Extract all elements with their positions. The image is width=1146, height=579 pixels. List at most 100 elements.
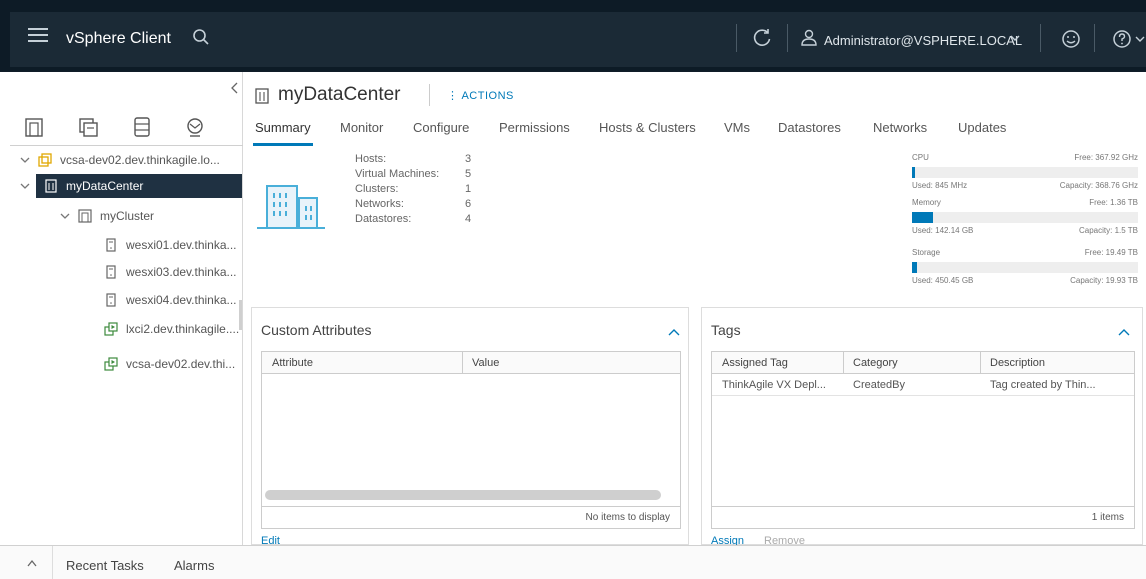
- navigator-scrollbar[interactable]: [239, 300, 242, 330]
- tree-item-label: wesxi04.dev.thinka...: [126, 293, 237, 307]
- storage-meter: Storage Free: 19.49 TB Used: 450.45 GB Cap…: [912, 248, 1138, 285]
- tree-item-label: wesxi03.dev.thinka...: [126, 265, 237, 279]
- tree-item-label: myDataCenter: [66, 179, 144, 193]
- hamburger-icon[interactable]: [28, 28, 48, 42]
- tab-datastores[interactable]: Datastores: [778, 120, 841, 144]
- grid-header: Assigned Tag Category Description: [712, 352, 1134, 374]
- header-divider: [736, 24, 737, 52]
- chevron-down-icon[interactable]: [20, 182, 30, 190]
- page-title: myDataCenter: [278, 84, 401, 105]
- memory-meter: Memory Free: 1.36 TB Used: 142.14 GB Capac…: [912, 198, 1138, 235]
- column-header-category[interactable]: Category: [853, 357, 898, 369]
- panel-title: Custom Attributes: [261, 322, 372, 338]
- datacenter-icon: [255, 88, 269, 104]
- panel-title: Tags: [711, 322, 741, 338]
- recent-tasks-tab[interactable]: Recent Tasks: [66, 558, 144, 573]
- tree-item-vcenter[interactable]: vcsa-dev02.dev.thinkagile.lo...: [10, 148, 243, 172]
- host-icon: [106, 238, 116, 252]
- usage-fill: [912, 167, 915, 178]
- stat-vms: Virtual Machines: 5: [355, 168, 472, 180]
- custom-attributes-panel: Custom Attributes Attribute Value No ite…: [251, 307, 689, 547]
- tags-grid: Assigned Tag Category Description ThinkA…: [711, 351, 1135, 529]
- usage-fill: [912, 212, 934, 223]
- datacenter-icon: [45, 179, 57, 193]
- tab-networks[interactable]: Networks: [873, 120, 927, 144]
- storage-tab-icon[interactable]: [130, 115, 154, 139]
- tree-item-label: myCluster: [100, 209, 155, 223]
- tab-monitor[interactable]: Monitor: [340, 120, 383, 144]
- search-icon[interactable]: [192, 28, 210, 46]
- column-divider[interactable]: [462, 352, 463, 374]
- main-content: myDataCenter ⋮ ACTIONS Summary Monitor C…: [243, 72, 1146, 547]
- column-header-assigned-tag[interactable]: Assigned Tag: [722, 357, 788, 369]
- vms-templates-tab-icon[interactable]: [76, 115, 100, 139]
- stat-hosts: Hosts: 3: [355, 153, 472, 165]
- navigator-tabs: [10, 110, 243, 146]
- cpu-usage-bar: [912, 167, 1138, 178]
- chevron-up-icon[interactable]: [668, 328, 680, 336]
- chevron-down-icon[interactable]: [20, 156, 30, 164]
- bottom-divider: [52, 546, 53, 579]
- actions-menu[interactable]: ⋮ ACTIONS: [447, 89, 514, 102]
- cpu-meter: CPU Free: 367.92 GHz Used: 845 MHz Capacit…: [912, 153, 1138, 190]
- horizontal-scrollbar[interactable]: [265, 490, 661, 500]
- storage-usage-bar: [912, 262, 1138, 273]
- summary-stats: Hosts: 3 Virtual Machines: 5 Clusters: 1 Ne…: [355, 153, 471, 228]
- tree-item-label: vcsa-dev02.dev.thi...: [126, 357, 236, 371]
- stat-clusters: Clusters: 1: [355, 183, 472, 195]
- bottom-panel: Recent Tasks Alarms: [0, 545, 1146, 579]
- usage-fill: [912, 262, 917, 273]
- stat-networks: Networks: 6: [355, 198, 472, 210]
- memory-usage-bar: [912, 212, 1138, 223]
- vm-icon: [104, 322, 118, 336]
- vcenter-icon: [38, 153, 52, 167]
- help-icon[interactable]: [1112, 29, 1146, 49]
- object-tabs: Summary Monitor Configure Permissions Ho…: [243, 116, 1146, 146]
- column-divider[interactable]: [980, 352, 981, 374]
- header-divider: [787, 24, 788, 52]
- tab-permissions[interactable]: Permissions: [499, 120, 570, 144]
- tab-updates[interactable]: Updates: [958, 120, 1006, 144]
- user-menu[interactable]: Administrator@VSPHERE.LOCAL: [824, 33, 1022, 48]
- chevron-up-icon[interactable]: [1118, 328, 1130, 336]
- collapse-navigator-icon[interactable]: [230, 82, 240, 94]
- tree-item-cluster[interactable]: myCluster: [10, 204, 243, 228]
- grid-header: Attribute Value: [262, 352, 680, 374]
- refresh-icon[interactable]: [752, 28, 772, 48]
- networking-tab-icon[interactable]: [183, 115, 207, 139]
- kebab-icon: ⋮: [447, 90, 462, 102]
- smiley-icon[interactable]: [1061, 29, 1081, 49]
- grid-footer: No items to display: [262, 506, 680, 528]
- column-divider[interactable]: [843, 352, 844, 374]
- grid-footer: 1 items: [712, 506, 1134, 528]
- tree-item-label: vcsa-dev02.dev.thinkagile.lo...: [60, 153, 220, 167]
- chevron-up-icon[interactable]: [27, 559, 37, 567]
- cluster-icon: [78, 209, 92, 223]
- tab-hosts-clusters[interactable]: Hosts & Clusters: [599, 120, 696, 144]
- tab-configure[interactable]: Configure: [413, 120, 469, 144]
- tab-summary[interactable]: Summary: [253, 120, 313, 146]
- chevron-down-icon[interactable]: [1010, 34, 1020, 42]
- chevron-down-icon[interactable]: [60, 212, 70, 220]
- hosts-clusters-tab-icon[interactable]: [22, 115, 46, 139]
- tree-item-vm[interactable]: vcsa-dev02.dev.thi...: [10, 352, 243, 376]
- tree-item-host[interactable]: wesxi04.dev.thinka...: [10, 288, 240, 312]
- tree-item-host[interactable]: wesxi01.dev.thinka...: [10, 233, 243, 257]
- navigator-panel: vcsa-dev02.dev.thinkagile.lo... myDataCe…: [10, 72, 243, 545]
- host-icon: [106, 293, 116, 307]
- column-header-description[interactable]: Description: [990, 357, 1045, 369]
- host-icon: [106, 265, 116, 279]
- tree-item-label: wesxi01.dev.thinka...: [126, 238, 237, 252]
- user-icon[interactable]: [800, 28, 818, 46]
- table-row[interactable]: ThinkAgile VX Depl... CreatedBy Tag crea…: [712, 374, 1134, 396]
- tree-item-host[interactable]: wesxi03.dev.thinka...: [10, 260, 243, 284]
- stat-datastores: Datastores: 4: [355, 213, 472, 225]
- tree-item-datacenter[interactable]: myDataCenter: [20, 174, 242, 198]
- column-header-value[interactable]: Value: [472, 357, 499, 369]
- column-header-attribute[interactable]: Attribute: [272, 357, 313, 369]
- app-title[interactable]: vSphere Client: [66, 30, 171, 48]
- alarms-tab[interactable]: Alarms: [174, 558, 214, 573]
- tab-vms[interactable]: VMs: [724, 120, 750, 144]
- tree-item-label: lxci2.dev.thinkagile....: [126, 322, 240, 336]
- tree-item-vm[interactable]: lxci2.dev.thinkagile....: [10, 317, 243, 341]
